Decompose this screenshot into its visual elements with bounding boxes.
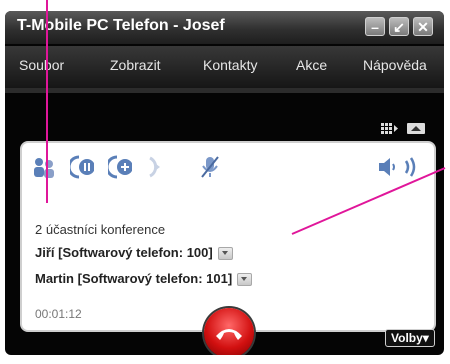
participant-name: Jiří [Softwarový telefon: 100] xyxy=(35,245,213,260)
restore-icon[interactable]: ↙ xyxy=(389,17,409,36)
options-button[interactable]: Volby▾ xyxy=(385,329,435,347)
callout-line xyxy=(46,0,48,203)
menu-soubor[interactable]: Soubor xyxy=(19,57,64,73)
participants-icon[interactable] xyxy=(32,155,56,179)
close-icon[interactable]: ✕ xyxy=(413,17,433,36)
participant-menu-button[interactable] xyxy=(237,273,253,287)
participant-row: Martin [Softwarový telefon: 101] xyxy=(35,271,253,287)
mute-microphone-icon[interactable] xyxy=(198,155,222,179)
panel-controls xyxy=(381,123,425,134)
menu-napoveda[interactable]: Nápověda xyxy=(363,57,427,73)
minimize-icon[interactable]: – xyxy=(365,17,385,36)
conference-label: 2 účastníci konference xyxy=(35,222,166,237)
callout-arrow xyxy=(291,167,446,235)
participant-name: Martin [Softwarový telefon: 101] xyxy=(35,271,233,286)
participant-menu-button[interactable] xyxy=(217,247,233,261)
options-label: Volby xyxy=(391,331,423,345)
menu-separator xyxy=(5,88,444,93)
forward-icon[interactable] xyxy=(146,155,170,179)
menu-kontakty[interactable]: Kontakty xyxy=(203,57,257,73)
hangup-button[interactable] xyxy=(204,308,254,355)
hangup-phone-icon xyxy=(216,329,242,340)
add-call-icon[interactable] xyxy=(108,155,132,179)
menu-bar: Soubor Zobrazit Kontakty Akce Nápověda xyxy=(5,46,444,88)
collapse-icon[interactable] xyxy=(407,123,425,134)
window-title: T-Mobile PC Telefon - Josef xyxy=(17,17,225,34)
hold-icon[interactable] xyxy=(70,155,94,179)
menu-zobrazit[interactable]: Zobrazit xyxy=(110,57,161,73)
call-timer: 00:01:12 xyxy=(35,307,82,321)
menu-akce[interactable]: Akce xyxy=(296,57,327,73)
title-bar: T-Mobile PC Telefon - Josef – ↙ ✕ xyxy=(5,11,444,44)
participant-row: Jiří [Softwarový telefon: 100] xyxy=(35,245,233,261)
dialpad-toggle-icon[interactable] xyxy=(381,123,398,134)
